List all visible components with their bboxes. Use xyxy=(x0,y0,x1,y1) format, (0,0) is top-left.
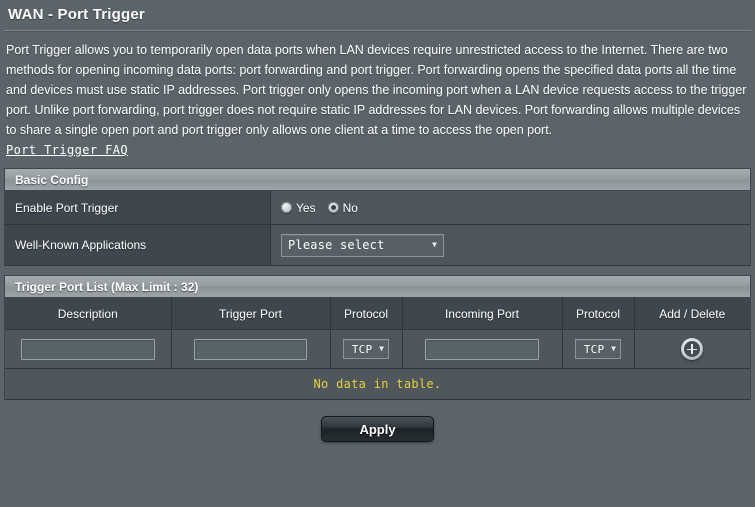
enable-port-trigger-value: Yes No xyxy=(271,191,750,224)
port-trigger-faq-link[interactable]: Port Trigger FAQ xyxy=(6,143,128,157)
enable-port-trigger-radio-group: Yes No xyxy=(281,201,364,215)
cell-incoming-protocol: TCP ▼ xyxy=(562,329,635,369)
well-known-applications-row: Well-Known Applications Please select ▼ xyxy=(5,225,750,266)
enable-port-trigger-label: Enable Port Trigger xyxy=(5,191,271,224)
cell-incoming-port xyxy=(402,329,563,369)
cell-add-delete xyxy=(634,329,750,369)
trigger-port-list-section: Trigger Port List (Max Limit : 32) Descr… xyxy=(4,275,751,400)
radio-option-yes[interactable]: Yes xyxy=(281,201,316,215)
port-trigger-page: WAN - Port Trigger Port Trigger allows y… xyxy=(0,0,755,507)
well-known-applications-select[interactable]: Please select ▼ xyxy=(281,233,444,257)
column-header-trigger-port: Trigger Port xyxy=(171,298,331,330)
enable-port-trigger-row: Enable Port Trigger Yes No xyxy=(5,191,750,225)
basic-config-header: Basic Config xyxy=(5,169,750,191)
cell-description xyxy=(5,329,172,369)
cell-trigger-port xyxy=(171,329,331,369)
chevron-down-icon: ▼ xyxy=(611,344,616,353)
well-known-applications-value: Please select ▼ xyxy=(271,225,750,265)
radio-option-no[interactable]: No xyxy=(327,200,358,215)
footer-actions: Apply xyxy=(0,416,755,442)
trigger-port-input[interactable] xyxy=(194,338,307,360)
empty-state-row: No data in table. xyxy=(5,368,750,400)
radio-no-icon[interactable] xyxy=(327,202,339,213)
title-area: WAN - Port Trigger xyxy=(0,0,755,24)
column-header-trigger-protocol: Protocol xyxy=(330,298,403,330)
incoming-protocol-select[interactable]: TCP ▼ xyxy=(575,339,621,359)
radio-yes-label: Yes xyxy=(296,200,316,215)
basic-config-section: Basic Config Enable Port Trigger Yes No … xyxy=(4,168,751,266)
well-known-applications-selected-text: Please select xyxy=(288,238,385,252)
empty-state-message: No data in table. xyxy=(5,368,750,400)
column-header-add-delete: Add / Delete xyxy=(634,298,750,330)
description-area: Port Trigger allows you to temporarily o… xyxy=(0,32,755,159)
column-header-incoming-port: Incoming Port xyxy=(402,298,563,330)
description-input[interactable] xyxy=(20,338,155,360)
trigger-protocol-select[interactable]: TCP ▼ xyxy=(343,339,389,359)
incoming-port-input[interactable] xyxy=(425,338,539,360)
radio-yes-icon[interactable] xyxy=(281,202,292,213)
description-text: Port Trigger allows you to temporarily o… xyxy=(6,43,747,137)
column-header-description: Description xyxy=(5,298,172,330)
trigger-protocol-selected-text: TCP xyxy=(351,342,373,356)
apply-button[interactable]: Apply xyxy=(321,416,434,442)
new-entry-row: TCP ▼ TCP ▼ xyxy=(5,329,750,369)
table-header: Description Trigger Port Protocol Incomi… xyxy=(5,298,750,330)
table-body: TCP ▼ TCP ▼ No data in table. xyxy=(5,329,750,400)
trigger-port-table: Description Trigger Port Protocol Incomi… xyxy=(5,298,750,400)
chevron-down-icon: ▼ xyxy=(432,240,437,249)
page-title: WAN - Port Trigger xyxy=(8,6,145,23)
chevron-down-icon: ▼ xyxy=(379,344,384,353)
table-header-row: Description Trigger Port Protocol Incomi… xyxy=(5,298,750,330)
well-known-applications-label: Well-Known Applications xyxy=(5,225,271,265)
add-row-button[interactable] xyxy=(681,338,704,360)
incoming-protocol-selected-text: TCP xyxy=(583,342,605,356)
cell-trigger-protocol: TCP ▼ xyxy=(330,329,403,369)
radio-no-label: No xyxy=(342,200,358,215)
column-header-incoming-protocol: Protocol xyxy=(562,298,635,330)
trigger-port-list-header: Trigger Port List (Max Limit : 32) xyxy=(5,276,750,298)
